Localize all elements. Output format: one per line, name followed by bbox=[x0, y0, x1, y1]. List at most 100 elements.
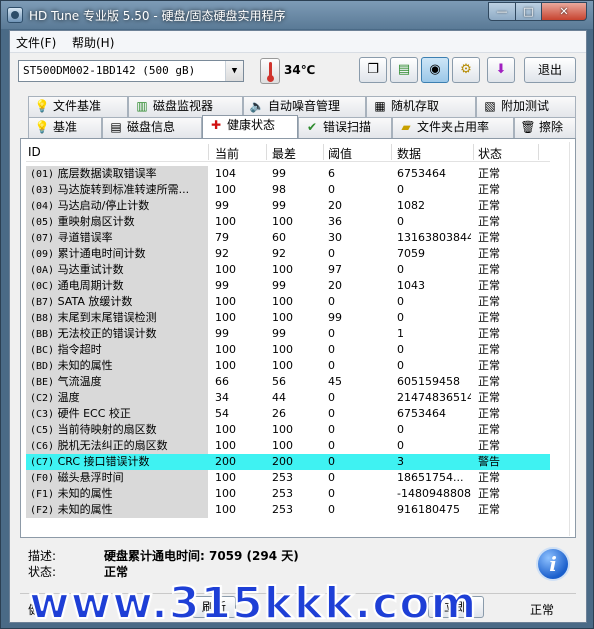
cell-id: (C7) CRC 接口错误计数 bbox=[26, 454, 208, 470]
cell-data: 1 bbox=[397, 327, 404, 340]
options-button[interactable]: ⚙ bbox=[452, 57, 480, 83]
cell-current: 200 bbox=[215, 455, 236, 468]
cell-data: 6753464 bbox=[397, 167, 446, 180]
tab-label: 错误扫描 bbox=[323, 120, 372, 134]
save-button[interactable]: ▤ bbox=[390, 57, 418, 83]
description-value: 硬盘累计通电时间: 7059 (294 天) bbox=[104, 549, 299, 563]
table-row[interactable]: (07) 寻道错误率 79 60 30 13163803844 正常 bbox=[26, 230, 550, 246]
table-row[interactable]: (09) 累计通电时间计数 92 92 0 7059 正常 bbox=[26, 246, 550, 262]
header-worst[interactable]: 最差 bbox=[272, 145, 296, 162]
benchmark-icon: 💡 bbox=[34, 120, 50, 134]
chevron-down-icon[interactable]: ▼ bbox=[225, 61, 243, 81]
cell-worst: 100 bbox=[272, 343, 293, 356]
menu-help[interactable]: 帮助(H) bbox=[72, 34, 114, 51]
cell-data: 21474836514 bbox=[397, 391, 471, 404]
extra-tests-icon: ▧ bbox=[484, 99, 496, 113]
download-button[interactable]: ⬇ bbox=[487, 57, 515, 83]
attribute-code: (BB) bbox=[30, 329, 55, 340]
minimize-button[interactable]: — bbox=[488, 2, 516, 21]
copy-button[interactable]: ❐ bbox=[359, 57, 387, 83]
header-data[interactable]: 数据 bbox=[397, 145, 421, 162]
tab-aam[interactable]: 🔈 自动噪音管理 bbox=[243, 96, 366, 117]
attribute-name: 底层数据读取错误率 bbox=[57, 167, 157, 180]
cell-current: 100 bbox=[215, 471, 236, 484]
attribute-name: 未知的属性 bbox=[57, 359, 113, 372]
watermark: www.315kkk.com bbox=[28, 577, 478, 629]
header-status[interactable]: 状态 bbox=[478, 145, 502, 162]
header-id[interactable]: ID bbox=[28, 145, 41, 159]
table-row[interactable]: (F2) 未知的属性 100 253 0 916180475 正常 bbox=[26, 502, 550, 518]
window-title: HD Tune 专业版 5.50 - 硬盘/固态硬盘实用程序 bbox=[29, 9, 286, 23]
table-row[interactable]: (C7) CRC 接口错误计数 200 200 0 3 警告 bbox=[26, 454, 550, 470]
cell-id: (BC) 指令超时 bbox=[26, 342, 208, 358]
attribute-code: (B7) bbox=[30, 297, 55, 308]
menu-file[interactable]: 文件(F) bbox=[16, 34, 56, 51]
table-row[interactable]: (01) 底层数据读取错误率 104 99 6 6753464 正常 bbox=[26, 166, 550, 182]
tab-file-benchmark[interactable]: 💡 文件基准 bbox=[28, 96, 128, 117]
table-row[interactable]: (C5) 当前待映射的扇区数 100 100 0 0 正常 bbox=[26, 422, 550, 438]
column-divider bbox=[473, 144, 474, 160]
tab-label: 基准 bbox=[53, 120, 78, 134]
close-button[interactable]: ✕ bbox=[541, 2, 587, 21]
table-row[interactable]: (BC) 指令超时 100 100 0 0 正常 bbox=[26, 342, 550, 358]
cell-worst: 99 bbox=[272, 279, 286, 292]
table-row[interactable]: (B7) SATA 放缓计数 100 100 0 0 正常 bbox=[26, 294, 550, 310]
table-row[interactable]: (F0) 磁头悬浮时间 100 253 0 18651754... 正常 bbox=[26, 470, 550, 486]
table-row[interactable]: (0A) 马达重试计数 100 100 97 0 正常 bbox=[26, 262, 550, 278]
tabs-row-top: 💡 文件基准 ▥ 磁盘监视器 🔈 自动噪音管理 ▦ 随机存取 ▧ 附加测试 bbox=[10, 96, 586, 117]
tab-disk-monitor[interactable]: ▥ 磁盘监视器 bbox=[128, 96, 243, 117]
table-row[interactable]: (BE) 气流温度 66 56 45 605159458 正常 bbox=[26, 374, 550, 390]
maximize-button[interactable]: □ bbox=[515, 2, 542, 21]
tab-benchmark[interactable]: 💡 基准 bbox=[28, 117, 102, 138]
drive-select[interactable]: ST500DM002-1BD142 (500 gB) ▼ bbox=[18, 60, 244, 82]
cell-worst: 56 bbox=[272, 375, 286, 388]
tab-error-scan[interactable]: ✔ 错误扫描 bbox=[298, 117, 392, 138]
tab-folder-usage[interactable]: ▰ 文件夹占用率 bbox=[392, 117, 514, 138]
attribute-name: 累计通电时间计数 bbox=[57, 247, 146, 260]
tab-erase[interactable]: 🗑 擦除 bbox=[514, 117, 576, 138]
table-row[interactable]: (F1) 未知的属性 100 253 0 -1480948808 正常 bbox=[26, 486, 550, 502]
attribute-code: (F0) bbox=[30, 473, 55, 484]
table-row[interactable]: (03) 马达旋转到标准转速所需... 100 98 0 0 正常 bbox=[26, 182, 550, 198]
cell-threshold: 30 bbox=[328, 231, 342, 244]
table-row[interactable]: (B8) 末尾到末尾错误检测 100 100 99 0 正常 bbox=[26, 310, 550, 326]
header-threshold[interactable]: 阈值 bbox=[328, 145, 352, 162]
smart-table[interactable]: ID 当前 最差 阈值 数据 状态 (01) 底层数据读取错误率 104 99 6 67… bbox=[26, 142, 570, 536]
attribute-code: (04) bbox=[30, 201, 55, 212]
header-current[interactable]: 当前 bbox=[215, 145, 239, 162]
camera-icon: ◉ bbox=[429, 62, 441, 77]
table-row[interactable]: (04) 马达启动/停止计数 99 99 20 1082 正常 bbox=[26, 198, 550, 214]
table-row[interactable]: (05) 重映射扇区计数 100 100 36 0 正常 bbox=[26, 214, 550, 230]
attribute-code: (C2) bbox=[30, 393, 55, 404]
cell-status: 正常 bbox=[478, 295, 500, 308]
cell-id: (C3) 硬件 ECC 校正 bbox=[26, 406, 208, 422]
cell-status: 正常 bbox=[478, 279, 500, 292]
info-icon[interactable]: i bbox=[536, 547, 570, 581]
tab-label: 磁盘信息 bbox=[127, 120, 176, 134]
tab-disk-info[interactable]: ▤ 磁盘信息 bbox=[102, 117, 202, 138]
attribute-name: 磁头悬浮时间 bbox=[57, 471, 124, 484]
exit-button[interactable]: 退出 bbox=[524, 57, 576, 83]
cell-current: 99 bbox=[215, 199, 229, 212]
cell-data: 1082 bbox=[397, 199, 425, 212]
screenshot-button[interactable]: ◉ bbox=[421, 57, 449, 83]
table-row[interactable]: (BB) 无法校正的错误计数 99 99 0 1 正常 bbox=[26, 326, 550, 342]
cell-threshold: 0 bbox=[328, 471, 335, 484]
app-window: HD Tune 专业版 5.50 - 硬盘/固态硬盘实用程序 — □ ✕ 文件(… bbox=[0, 0, 594, 629]
table-row[interactable]: (C3) 硬件 ECC 校正 54 26 0 6753464 正常 bbox=[26, 406, 550, 422]
tab-extra-tests[interactable]: ▧ 附加测试 bbox=[476, 96, 576, 117]
toolbar: ST500DM002-1BD142 (500 gB) ▼ 34℃ ❐ ▤ ◉ ⚙… bbox=[10, 54, 586, 88]
table-row[interactable]: (BD) 未知的属性 100 100 0 0 正常 bbox=[26, 358, 550, 374]
cell-current: 34 bbox=[215, 391, 229, 404]
tab-health[interactable]: ✚ 健康状态 bbox=[202, 115, 298, 138]
table-row[interactable]: (C6) 脱机无法纠正的扇区数 100 100 0 0 正常 bbox=[26, 438, 550, 454]
tab-random-access[interactable]: ▦ 随机存取 bbox=[366, 96, 476, 117]
cell-worst: 100 bbox=[272, 423, 293, 436]
tab-label: 健康状态 bbox=[227, 118, 276, 132]
table-row[interactable]: (C2) 温度 34 44 0 21474836514 正常 bbox=[26, 390, 550, 406]
table-header: ID 当前 最差 阈值 数据 状态 bbox=[26, 142, 550, 162]
cell-threshold: 6 bbox=[328, 167, 335, 180]
title-bar[interactable]: HD Tune 专业版 5.50 - 硬盘/固态硬盘实用程序 — □ ✕ bbox=[1, 1, 593, 29]
table-row[interactable]: (0C) 通电周期计数 99 99 20 1043 正常 bbox=[26, 278, 550, 294]
cell-threshold: 0 bbox=[328, 391, 335, 404]
